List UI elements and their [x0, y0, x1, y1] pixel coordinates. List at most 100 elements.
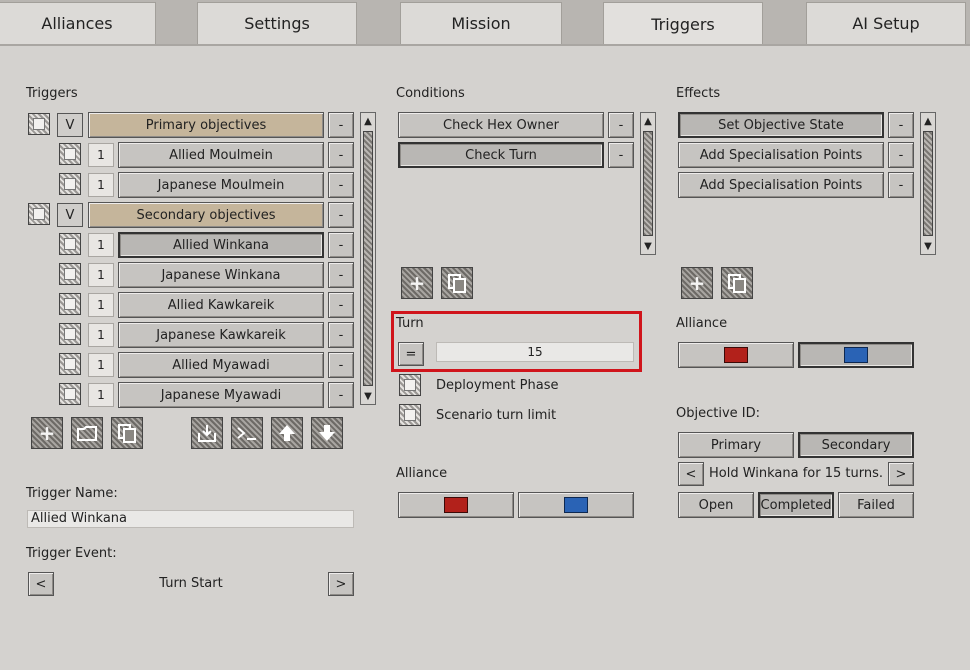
state-completed-button[interactable]: Completed: [758, 492, 834, 518]
add-condition-button[interactable]: +: [401, 267, 433, 299]
remove-button[interactable]: -: [608, 142, 634, 168]
trigger-count: 1: [88, 293, 114, 317]
remove-button[interactable]: -: [328, 112, 354, 138]
triggers-heading: Triggers: [26, 86, 78, 101]
objective-prev-button[interactable]: <: [678, 462, 704, 486]
import-button[interactable]: [191, 417, 223, 449]
tab-settings[interactable]: Settings: [197, 2, 357, 44]
remove-button[interactable]: -: [328, 352, 354, 378]
trigger-event-value: Turn Start: [159, 576, 223, 591]
effect-alliance-red-button[interactable]: [678, 342, 794, 368]
group-row-primary[interactable]: Primary objectives: [88, 112, 324, 138]
trigger-checkbox[interactable]: [59, 143, 81, 165]
scroll-thumb[interactable]: [363, 131, 373, 386]
conditions-scrollbar[interactable]: ▲ ▼: [640, 112, 656, 255]
trigger-row[interactable]: Japanese Moulmein: [118, 172, 324, 198]
remove-button[interactable]: -: [328, 142, 354, 168]
copy-trigger-button[interactable]: [111, 417, 143, 449]
event-next-button[interactable]: >: [328, 572, 354, 596]
plus-icon: +: [408, 271, 426, 295]
tab-alliances[interactable]: Alliances: [0, 2, 156, 44]
blue-swatch: [844, 347, 868, 363]
remove-button[interactable]: -: [328, 172, 354, 198]
trigger-checkbox[interactable]: [59, 263, 81, 285]
add-effect-button[interactable]: +: [681, 267, 713, 299]
trigger-row[interactable]: Allied Myawadi: [118, 352, 324, 378]
scroll-up-icon[interactable]: ▲: [641, 114, 655, 128]
turn-value-input[interactable]: 15: [436, 342, 634, 362]
remove-button[interactable]: -: [328, 382, 354, 408]
turn-operator-button[interactable]: =: [398, 342, 424, 366]
remove-button[interactable]: -: [328, 232, 354, 258]
group-row-secondary[interactable]: Secondary objectives: [88, 202, 324, 228]
remove-button[interactable]: -: [888, 142, 914, 168]
trigger-count: 1: [88, 323, 114, 347]
effect-row-selected[interactable]: Set Objective State: [678, 112, 884, 138]
scroll-down-icon[interactable]: ▼: [361, 389, 375, 403]
state-failed-button[interactable]: Failed: [838, 492, 914, 518]
state-open-button[interactable]: Open: [678, 492, 754, 518]
group-checkbox[interactable]: [28, 113, 50, 135]
group-toggle-button[interactable]: V: [57, 203, 83, 227]
effects-scrollbar[interactable]: ▲ ▼: [920, 112, 936, 255]
tab-ai-setup[interactable]: AI Setup: [806, 2, 966, 44]
deployment-phase-checkbox[interactable]: [399, 374, 421, 396]
trigger-row[interactable]: Japanese Kawkareik: [118, 322, 324, 348]
scenario-limit-checkbox[interactable]: [399, 404, 421, 426]
remove-button[interactable]: -: [328, 202, 354, 228]
remove-button[interactable]: -: [328, 292, 354, 318]
trigger-row[interactable]: Allied Kawkareik: [118, 292, 324, 318]
trigger-row[interactable]: Allied Moulmein: [118, 142, 324, 168]
scroll-up-icon[interactable]: ▲: [921, 114, 935, 128]
copy-effect-button[interactable]: [721, 267, 753, 299]
folder-icon: [77, 426, 97, 441]
arrow-down-icon: [319, 425, 335, 441]
trigger-count: 1: [88, 173, 114, 197]
secondary-button[interactable]: Secondary: [798, 432, 914, 458]
remove-button[interactable]: -: [888, 112, 914, 138]
objective-next-button[interactable]: >: [888, 462, 914, 486]
triggers-scrollbar[interactable]: ▲ ▼: [360, 112, 376, 405]
scroll-thumb[interactable]: [643, 131, 653, 236]
red-swatch: [444, 497, 468, 513]
condition-alliance-red-button[interactable]: [398, 492, 514, 518]
console-button[interactable]: [231, 417, 263, 449]
trigger-row[interactable]: Japanese Winkana: [118, 262, 324, 288]
add-trigger-button[interactable]: +: [31, 417, 63, 449]
event-prev-button[interactable]: <: [28, 572, 54, 596]
tab-mission[interactable]: Mission: [400, 2, 562, 44]
trigger-checkbox[interactable]: [59, 173, 81, 195]
plus-icon: +: [38, 421, 56, 445]
trigger-row-selected[interactable]: Allied Winkana: [118, 232, 324, 258]
add-folder-button[interactable]: [71, 417, 103, 449]
effect-row[interactable]: Add Specialisation Points: [678, 142, 884, 168]
scroll-up-icon[interactable]: ▲: [361, 114, 375, 128]
trigger-checkbox[interactable]: [59, 353, 81, 375]
remove-button[interactable]: -: [328, 262, 354, 288]
condition-row-selected[interactable]: Check Turn: [398, 142, 604, 168]
tab-triggers[interactable]: Triggers: [603, 2, 763, 46]
remove-button[interactable]: -: [608, 112, 634, 138]
group-checkbox[interactable]: [28, 203, 50, 225]
remove-button[interactable]: -: [888, 172, 914, 198]
trigger-checkbox[interactable]: [59, 323, 81, 345]
trigger-row[interactable]: Japanese Myawadi: [118, 382, 324, 408]
effect-alliance-label: Alliance: [676, 316, 728, 331]
trigger-checkbox[interactable]: [59, 383, 81, 405]
move-down-button[interactable]: [311, 417, 343, 449]
effect-row[interactable]: Add Specialisation Points: [678, 172, 884, 198]
trigger-checkbox[interactable]: [59, 233, 81, 255]
scroll-thumb[interactable]: [923, 131, 933, 236]
primary-button[interactable]: Primary: [678, 432, 794, 458]
group-toggle-button[interactable]: V: [57, 113, 83, 137]
effect-alliance-blue-button[interactable]: [798, 342, 914, 368]
scroll-down-icon[interactable]: ▼: [921, 239, 935, 253]
trigger-checkbox[interactable]: [59, 293, 81, 315]
remove-button[interactable]: -: [328, 322, 354, 348]
condition-alliance-blue-button[interactable]: [518, 492, 634, 518]
trigger-name-input[interactable]: Allied Winkana: [27, 510, 354, 528]
copy-condition-button[interactable]: [441, 267, 473, 299]
condition-row[interactable]: Check Hex Owner: [398, 112, 604, 138]
move-up-button[interactable]: [271, 417, 303, 449]
scroll-down-icon[interactable]: ▼: [641, 239, 655, 253]
